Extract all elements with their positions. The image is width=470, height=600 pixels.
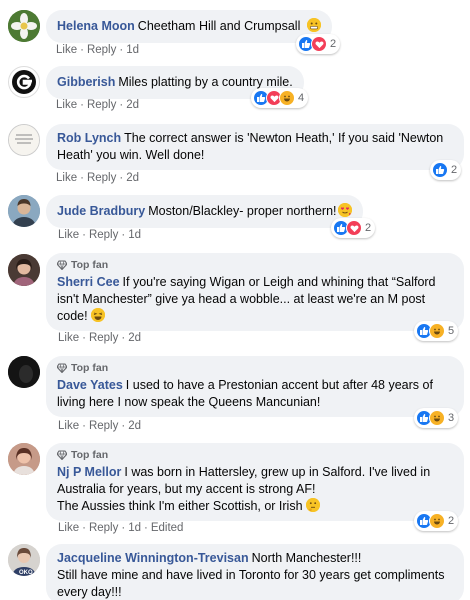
timestamp[interactable]: 1d (128, 522, 141, 534)
commenter-name[interactable]: Rob Lynch (57, 131, 121, 145)
comment-bubble: Jacqueline Winnington-Trevisan North Manc… (46, 544, 464, 600)
person-avatar[interactable] (8, 443, 40, 475)
comment-actions: Like · Reply · 1d (58, 229, 141, 241)
person-avatar[interactable] (8, 195, 40, 227)
comment-bubble: Top fan Nj P Mellor I was born in Hatters… (46, 443, 464, 521)
like-link[interactable]: Like (56, 172, 77, 184)
reaction-summary[interactable]: 2 (430, 160, 462, 180)
comment-actions: Like · Reply · 2d (58, 332, 141, 344)
like-link[interactable]: Like (58, 229, 79, 241)
haha-reaction-icon (429, 323, 445, 339)
reaction-count: 5 (448, 325, 455, 337)
timestamp[interactable]: 1d (126, 44, 139, 56)
reaction-count: 2 (451, 164, 458, 176)
top-fan-badge: Top fan (57, 361, 453, 375)
person-photo-icon (8, 195, 40, 227)
diamond-icon (57, 363, 67, 373)
diamond-icon (57, 260, 67, 270)
comment-actions: Like · Reply · 1d (56, 44, 139, 56)
commenter-name[interactable]: Sherri Cee (57, 275, 120, 289)
top-fan-badge: Top fan (57, 258, 453, 272)
comment-bubble: Rob Lynch The correct answer is 'Newton H… (46, 124, 464, 170)
reaction-count: 4 (298, 92, 305, 104)
like-link[interactable]: Like (58, 522, 79, 534)
person-photo-icon (8, 254, 40, 286)
like-link[interactable]: Like (56, 99, 77, 111)
comment-actions: Like · Reply · 1d · Edited (58, 522, 184, 534)
reply-link[interactable]: Reply (87, 172, 116, 184)
reaction-summary[interactable]: 2 (414, 511, 459, 531)
person-avatar[interactable]: OKO (8, 544, 40, 576)
flower-avatar[interactable] (8, 10, 40, 42)
commenter-name[interactable]: Helena Moon (57, 19, 135, 33)
comment-text: Miles platting by a country mile. (118, 75, 293, 89)
like-reaction-icon (432, 162, 448, 178)
reaction-count: 3 (448, 412, 455, 424)
comment-text: Moston/Blackley- proper northern! (148, 204, 337, 218)
person-photo-icon (8, 443, 40, 475)
haha-reaction-icon (279, 90, 295, 106)
person-photo-icon: OKO (8, 544, 40, 576)
reply-link[interactable]: Reply (89, 229, 118, 241)
diamond-icon (57, 450, 67, 460)
timestamp[interactable]: 2d (128, 332, 141, 344)
comment-bubble: Helena Moon Cheetham Hill and Crumpsall (46, 10, 332, 43)
love-reaction-icon (311, 36, 327, 52)
flower-icon (8, 10, 40, 42)
comment-text-line-2: Still have mine and have lived in Toront… (57, 568, 445, 599)
timestamp[interactable]: 2d (128, 420, 141, 432)
like-link[interactable]: Like (58, 420, 79, 432)
g-logo-icon (12, 70, 36, 94)
g-logo-avatar[interactable] (8, 66, 40, 98)
commenter-name[interactable]: Dave Yates (57, 378, 123, 392)
laughing-emoji-icon (91, 308, 106, 322)
text-image-icon (9, 125, 39, 155)
commenter-name[interactable]: Jacqueline Winnington-Trevisan (57, 551, 249, 565)
reply-link[interactable]: Reply (87, 99, 116, 111)
comment-text: Cheetham Hill and Crumpsall (137, 19, 301, 33)
haha-reaction-icon (429, 410, 445, 426)
reaction-count: 2 (330, 38, 337, 50)
svg-text:OKO: OKO (19, 570, 33, 576)
reaction-summary[interactable]: 4 (251, 88, 309, 108)
like-link[interactable]: Like (56, 44, 77, 56)
timestamp[interactable]: 2d (126, 99, 139, 111)
person-avatar[interactable] (8, 254, 40, 286)
comment-actions: Like · Reply · 2d (56, 99, 139, 111)
reaction-summary[interactable]: 5 (414, 321, 459, 341)
edited-label[interactable]: Edited (151, 522, 184, 534)
comment-bubble: Top fan Dave Yates I used to have a Prest… (46, 356, 464, 417)
haha-reaction-icon (429, 513, 445, 529)
comment-text: North Manchester!!! (251, 551, 362, 565)
comment-bubble: Top fan Sherri Cee If you're saying Wigan… (46, 253, 464, 331)
reaction-count: 2 (365, 222, 372, 234)
person-photo-icon (8, 356, 40, 388)
text-image-avatar[interactable] (8, 124, 40, 156)
reaction-summary[interactable]: 3 (414, 408, 459, 428)
comment-actions: Like · Reply · 2d (58, 420, 141, 432)
comment-text-line-2: The Aussies think I'm either Scottish, o… (57, 499, 303, 513)
reply-link[interactable]: Reply (89, 522, 118, 534)
reaction-count: 2 (448, 515, 455, 527)
person-avatar[interactable] (8, 356, 40, 388)
reaction-summary[interactable]: 2 (296, 34, 341, 54)
commenter-name[interactable]: Jude Bradbury (57, 204, 145, 218)
love-reaction-icon (346, 220, 362, 236)
timestamp[interactable]: 2d (126, 172, 139, 184)
hearts-face-emoji-icon (337, 203, 352, 217)
thinking-emoji-icon (306, 498, 321, 512)
reply-link[interactable]: Reply (87, 44, 116, 56)
commenter-name[interactable]: Nj P Mellor (57, 465, 121, 479)
like-link[interactable]: Like (58, 332, 79, 344)
grimace-emoji-icon (306, 18, 321, 32)
comment-bubble: Jude Bradbury Moston/Blackley- proper nor… (46, 195, 363, 228)
reply-link[interactable]: Reply (89, 420, 118, 432)
reply-link[interactable]: Reply (89, 332, 118, 344)
timestamp[interactable]: 1d (128, 229, 141, 241)
top-fan-badge: Top fan (57, 448, 453, 462)
reaction-summary[interactable]: 2 (331, 218, 376, 238)
commenter-name[interactable]: Gibberish (57, 75, 115, 89)
comment-actions: Like · Reply · 2d (56, 172, 139, 184)
